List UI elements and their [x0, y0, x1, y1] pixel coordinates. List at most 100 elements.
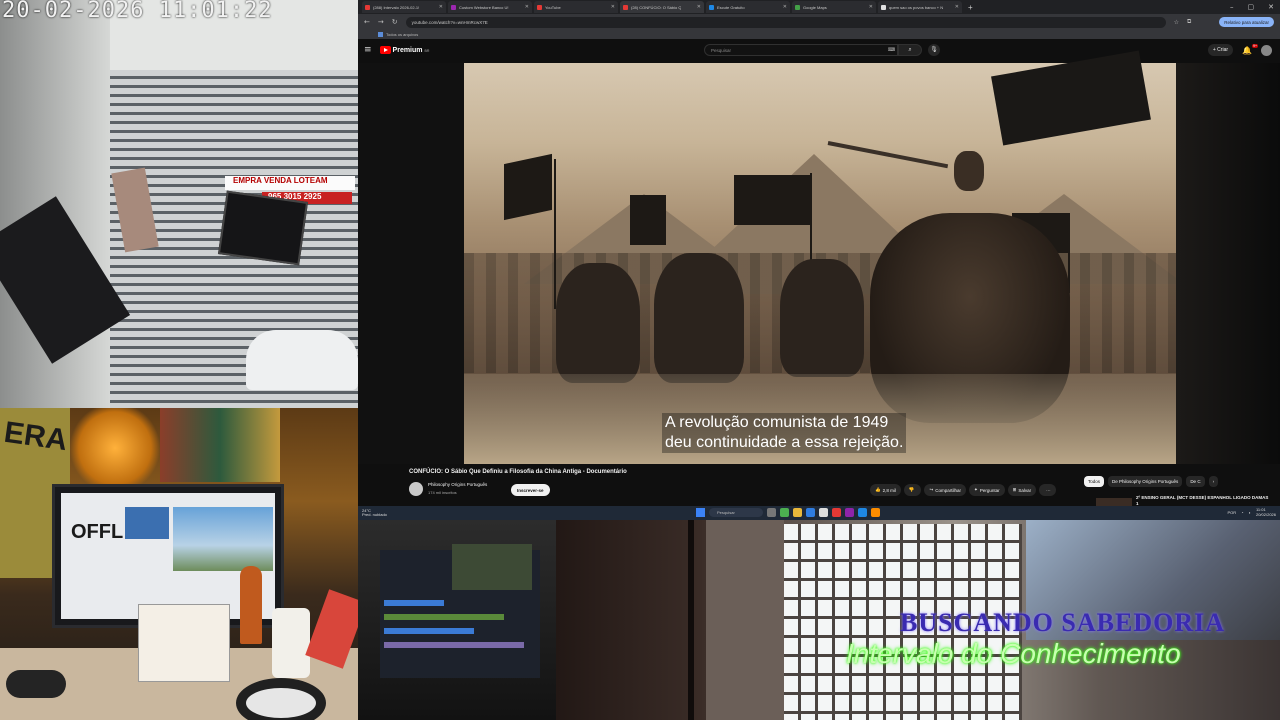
screen-offline-text: OFFL [71, 521, 124, 543]
browser-window: (288) Intervalo 2026-02-1! ✕ Custom Websto… [358, 0, 1280, 520]
browser-tab[interactable]: Google Maps ✕ [792, 1, 876, 13]
weather-widget[interactable]: 24°C Pred. nublado [362, 508, 387, 518]
search-input[interactable]: Pesquisar [704, 44, 898, 56]
taskbar-search[interactable]: Pesquisar [709, 508, 763, 517]
edge-icon[interactable] [806, 508, 815, 517]
minimize-icon[interactable]: – [1230, 3, 1234, 11]
tab-close-icon[interactable]: ✕ [611, 4, 615, 10]
gate-sign: EMPRA VENDA LOTEAM [225, 176, 355, 190]
sparkle-button[interactable]: ✦ Perguntar [969, 484, 1005, 496]
header-actions: + Criar 🔔 9+ [1207, 43, 1272, 56]
explorer-icon[interactable] [793, 508, 802, 517]
obs-icon[interactable] [832, 508, 841, 517]
channel-name[interactable]: Philosophy Origins Português [428, 482, 487, 487]
overlay-subtitle: Intervalo do Conhecimento [846, 638, 1181, 669]
update-button[interactable]: Relativo para atualizar [1219, 17, 1274, 27]
forward-icon[interactable]: → [378, 18, 384, 26]
notification-badge: 9+ [1252, 43, 1258, 48]
video-title: CONFÚCIO: O Sábio Que Definiu a Filosofi… [409, 469, 627, 475]
maximize-icon[interactable]: ▢ [1248, 3, 1255, 11]
subscribe-button[interactable]: Inscrever-se [511, 484, 550, 496]
share-button[interactable]: ↪ Compartilhar [924, 484, 967, 496]
taskbar: 24°C Pred. nublado Pesquisar POR ◔ ◖ 11:… [358, 506, 1280, 520]
tab-favicon-icon [623, 4, 628, 10]
tab-close-icon[interactable]: ✕ [697, 4, 701, 10]
video-player[interactable]: A revolução comunista de 1949 deu contin… [358, 50, 1280, 464]
menu-icon[interactable]: ≡ [364, 45, 372, 55]
parked-car [246, 330, 358, 390]
tab-close-icon[interactable]: ✕ [783, 4, 787, 10]
tab-close-icon[interactable]: ✕ [439, 4, 443, 10]
camera-lens [236, 678, 326, 720]
vlc-icon[interactable] [871, 508, 880, 517]
door [706, 520, 784, 720]
tab-favicon-icon [795, 4, 800, 10]
thumbs-up-icon: 👍 [875, 487, 881, 492]
url-field[interactable]: youtube.com/watch?v=wnHmRcwX7E [405, 16, 1166, 28]
wifi-icon[interactable]: ◔ [1241, 510, 1243, 515]
tab-close-icon[interactable]: ✕ [525, 4, 529, 10]
browser-tab[interactable]: (28) CONFÚCIO: O Sábio Q ✕ [620, 1, 704, 13]
start-icon[interactable] [696, 508, 705, 517]
lead-rider-helmet [954, 151, 984, 191]
thumbs-up-button[interactable]: 👍 2,8 mil [870, 484, 901, 496]
app-icon[interactable] [845, 508, 854, 517]
desk-calendar [138, 604, 230, 682]
tab-label: (28) CONFÚCIO: O Sábio Q [631, 4, 682, 10]
browser-tab[interactable]: Escute Gratuito ✕ [706, 1, 790, 13]
channel-avatar[interactable] [409, 482, 423, 496]
youtube-logo[interactable]: Premium BR [379, 46, 429, 54]
browser-tab[interactable]: Custom Webstore Banco U! ✕ [448, 1, 532, 13]
taskbar-apps: Pesquisar [696, 508, 880, 517]
tab-close-icon[interactable]: ✕ [955, 4, 959, 10]
browser-tab[interactable]: YouTube ✕ [534, 1, 618, 13]
folder-icon [378, 32, 383, 37]
bookmark-icon: ⊞ [1012, 487, 1017, 492]
tray-lang[interactable]: POR [1227, 510, 1236, 515]
player-right-area [991, 50, 1280, 464]
window-controls: – ▢ ✕ [1230, 3, 1280, 11]
avatar[interactable] [1261, 44, 1272, 56]
clock[interactable]: 11:01 20/02/2026 [1256, 507, 1276, 517]
chevron-right-icon[interactable]: › [1208, 476, 1219, 487]
tab-close-icon[interactable]: ✕ [869, 4, 873, 10]
sparkle-icon: ✦ [974, 487, 978, 492]
bookmark-item[interactable]: Todos os arquivos [386, 32, 418, 37]
filter-chip[interactable]: De Philosophy Origins Português [1108, 476, 1183, 487]
chrome-icon[interactable] [780, 508, 789, 517]
app-icon[interactable] [858, 508, 867, 517]
task-view-icon[interactable] [767, 508, 776, 517]
camera-feed-street: EMPRA VENDA LOTEAM 965 3015 2925 20-02-2… [0, 0, 358, 408]
tab-label: quem sao os povos banco + N [889, 4, 944, 10]
tab-label: Google Maps [803, 4, 827, 10]
video-actions: 👍 2,8 mil 👎 ↪ Compartilhar ✦ Perguntar ⊞ Salvar ·… [870, 484, 1056, 496]
more-button[interactable]: ··· [1039, 484, 1056, 496]
notifications-icon[interactable]: 🔔 9+ [1242, 43, 1258, 55]
subtitles: A revolução comunista de 1949 deu contin… [662, 413, 907, 453]
screen-thumbnail [125, 507, 169, 539]
star-icon[interactable]: ☆ [1174, 19, 1179, 26]
volume-icon[interactable]: ◖ [1249, 510, 1251, 515]
search-button[interactable]: ⌕ [898, 44, 922, 56]
reload-icon[interactable]: ↻ [392, 18, 398, 26]
keyboard-icon[interactable]: ⌨ [888, 47, 895, 53]
system-tray: POR ◔ ◖ 11:01 20/02/2026 [1227, 507, 1276, 517]
bookmark-button[interactable]: ⊞ Salvar [1007, 484, 1037, 496]
create-button[interactable]: + Criar [1207, 44, 1234, 56]
brand-name: Premium [392, 46, 423, 54]
thumbs-down-button[interactable]: 👎 [903, 484, 922, 496]
keypad-device [217, 190, 309, 266]
store-icon[interactable] [819, 508, 828, 517]
back-icon[interactable]: ← [364, 18, 370, 26]
browser-tab[interactable]: quem sao os povos banco + N ✕ [878, 1, 962, 13]
mic-icon[interactable]: 🎙 [928, 44, 940, 56]
camera-feed-editing-monitor [358, 520, 556, 720]
close-icon[interactable]: ✕ [1268, 3, 1274, 11]
filter-chip[interactable]: Todos [1084, 476, 1105, 487]
filter-chip[interactable]: De C [1186, 476, 1205, 487]
new-tab-button[interactable]: + [968, 3, 973, 12]
bookmarks-bar: Todos os arquivos [358, 30, 1280, 39]
browser-tab[interactable]: (288) Intervalo 2026-02-1! ✕ [362, 1, 446, 13]
extensions-icon[interactable]: ⧉ [1187, 18, 1191, 26]
action-label: ··· [1046, 487, 1051, 493]
